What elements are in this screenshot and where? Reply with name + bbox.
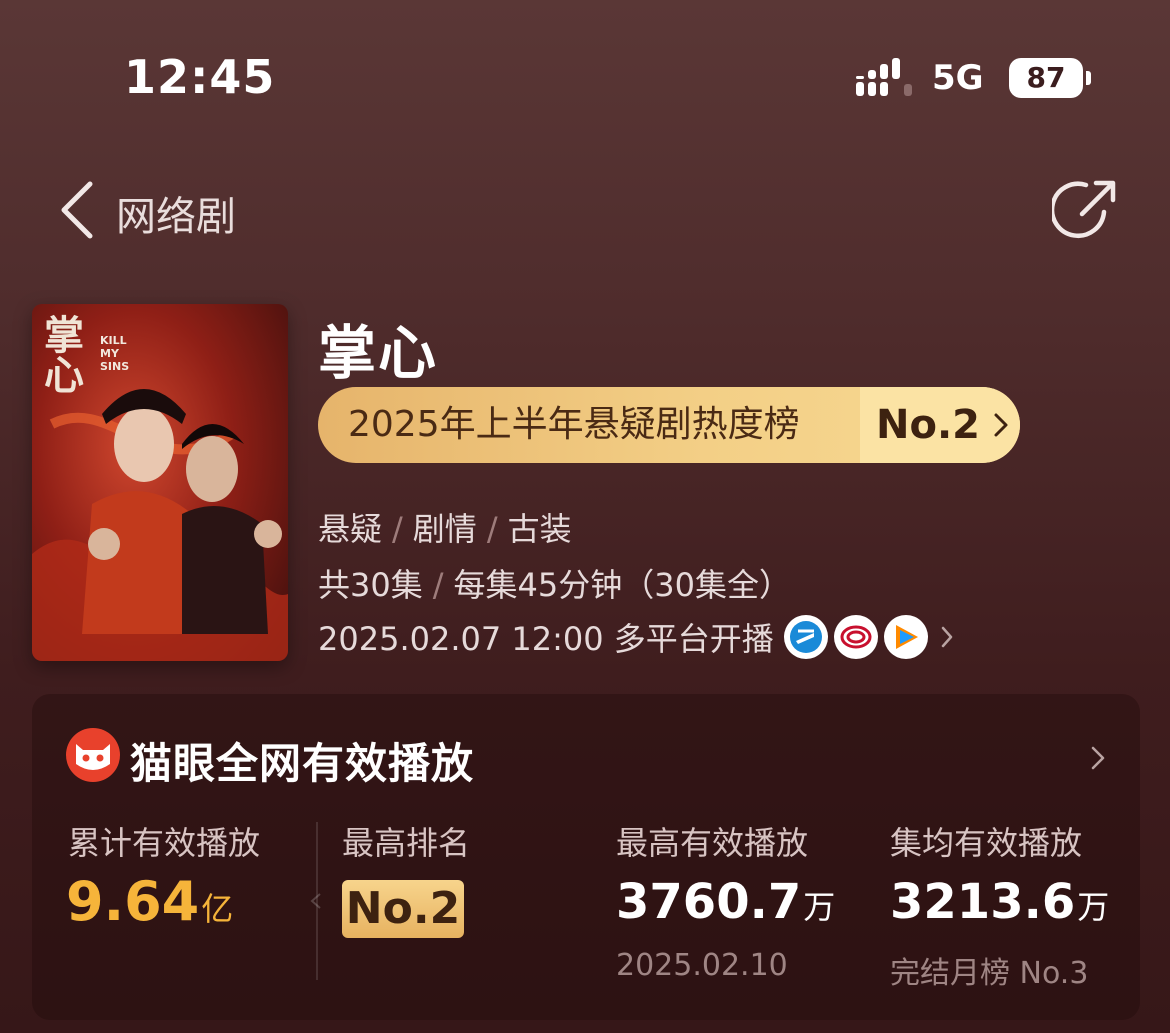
- battery-tip: [1086, 71, 1091, 85]
- network-type: 5G: [932, 58, 984, 98]
- rank-value: No.2: [876, 402, 980, 448]
- episode-info: 共30集 / 每集45分钟（30集全）: [318, 566, 791, 604]
- maoyan-cat-icon: [66, 728, 120, 782]
- genre-tag: 古装: [507, 510, 572, 548]
- avg-plays-value: 3213.6万: [890, 874, 1109, 930]
- show-poster[interactable]: 掌心 KILL MY SINS: [32, 304, 288, 661]
- peak-plays-date: 2025.02.10: [616, 948, 788, 983]
- poster-title: 掌心: [44, 312, 84, 399]
- nav-bar: 网络剧: [0, 160, 1170, 260]
- poster-subtitle: KILL MY SINS: [100, 334, 130, 373]
- premiere-text: 2025.02.07 12:00 多平台开播: [318, 620, 774, 658]
- chevron-right-icon[interactable]: [1090, 744, 1106, 772]
- episode-count: 共30集: [318, 566, 423, 604]
- total-plays-label: 累计有效播放: [68, 824, 261, 862]
- cellular-signal-icon: [856, 58, 912, 96]
- best-rank-label: 最高排名: [342, 824, 471, 862]
- episode-duration: 每集45分钟（30集全）: [453, 566, 791, 604]
- rank-pill[interactable]: 2025年上半年悬疑剧热度榜 No.2: [318, 387, 1020, 463]
- card-title: 猫眼全网有效播放: [130, 739, 475, 788]
- total-plays-unit: 亿: [201, 890, 234, 928]
- genre-list: 悬疑 / 剧情 / 古装: [318, 510, 572, 548]
- genre-tag: 剧情: [412, 510, 477, 548]
- battery-indicator: 87: [1009, 58, 1083, 98]
- maoyan-stats-card[interactable]: 猫眼全网有效播放 累计有效播放 9.64亿 最高排名 No.2 最高有效播放 3…: [32, 694, 1140, 1020]
- divider-notch: [310, 893, 321, 909]
- peak-plays-label: 最高有效播放: [616, 824, 809, 862]
- beijing-tv-icon: [833, 615, 878, 659]
- best-rank-badge: No.2: [342, 880, 464, 938]
- peak-plays-value: 3760.7万: [616, 874, 835, 930]
- chevron-right-icon: [941, 626, 953, 648]
- status-bar: 12:45 5G 87: [0, 0, 1170, 150]
- rank-pill-value-area: No.2: [860, 387, 1020, 463]
- rank-label: 2025年上半年悬疑剧热度榜: [348, 404, 800, 445]
- premiere-row[interactable]: 2025.02.07 12:00 多平台开播: [318, 614, 954, 660]
- peak-plays-number: 3760.7: [616, 874, 802, 930]
- avg-plays-number: 3213.6: [890, 874, 1076, 930]
- avg-plays-unit: 万: [1077, 888, 1110, 926]
- show-title: 掌心: [318, 319, 439, 387]
- back-icon[interactable]: [56, 178, 100, 242]
- chevron-right-icon: [994, 413, 1008, 437]
- status-time: 12:45: [124, 50, 276, 104]
- avg-plays-note: 完结月榜 No.3: [890, 956, 1089, 991]
- share-icon[interactable]: [1052, 176, 1120, 244]
- avg-plays-label: 集均有效播放: [890, 824, 1083, 862]
- tencent-video-icon: [883, 615, 928, 659]
- nav-title: 网络剧: [116, 194, 236, 240]
- total-plays-value: 9.64亿: [66, 870, 233, 933]
- peak-plays-unit: 万: [803, 888, 836, 926]
- genre-tag: 悬疑: [318, 510, 383, 548]
- zhejiang-tv-icon: [783, 615, 828, 659]
- total-plays-number: 9.64: [66, 870, 200, 933]
